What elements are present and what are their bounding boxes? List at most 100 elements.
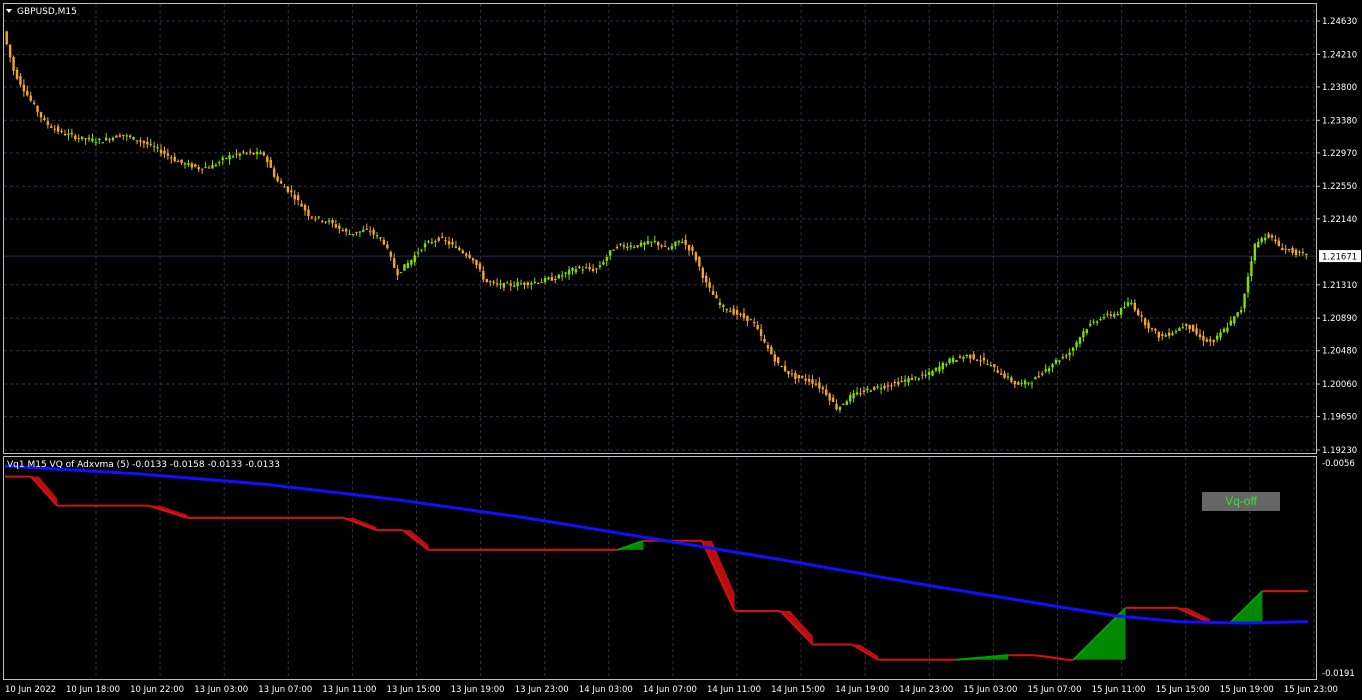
candle-body xyxy=(941,362,945,370)
candle-body xyxy=(1147,322,1150,329)
candle-body xyxy=(1185,323,1188,326)
candle-body xyxy=(698,256,701,267)
candle-body xyxy=(146,142,149,145)
candle-body xyxy=(15,69,19,79)
candle-body xyxy=(938,366,941,372)
candle-body xyxy=(729,311,732,313)
current-price-label: 1.21671 xyxy=(1322,253,1357,263)
candle-body xyxy=(355,231,358,234)
candle-body xyxy=(622,245,626,247)
candle-body xyxy=(180,159,183,164)
candle-body xyxy=(1126,302,1130,306)
candle-body xyxy=(1263,237,1267,241)
candle-body xyxy=(152,146,156,148)
candle-body xyxy=(811,379,814,384)
candle-body xyxy=(828,393,831,401)
candle-body xyxy=(464,253,468,256)
candle-body xyxy=(221,157,224,160)
price-axis-label: 1.23800 xyxy=(1322,83,1357,93)
candle-body xyxy=(602,262,605,265)
candle-body xyxy=(993,364,996,368)
indicator-title: Vq1 M15 VQ of Adxvma (5) -0.0133 -0.0158… xyxy=(7,460,280,470)
candle-body xyxy=(1037,376,1041,378)
candle-body xyxy=(1140,315,1143,317)
candle-body xyxy=(1085,329,1089,334)
candle-body xyxy=(77,138,80,140)
candle-body xyxy=(1188,324,1191,330)
time-axis-label: 10 Jun 2022 xyxy=(5,685,56,695)
candle-body xyxy=(8,44,12,58)
candle-body xyxy=(873,386,876,390)
candle-body xyxy=(434,241,437,243)
candle-body xyxy=(859,393,862,395)
candle-body xyxy=(1174,331,1178,333)
candle-body xyxy=(1017,382,1020,385)
candle-body xyxy=(684,239,687,245)
vq-line-segment xyxy=(148,504,188,519)
candle-body xyxy=(1041,373,1044,375)
candle-body xyxy=(492,281,495,283)
candle-body xyxy=(279,180,283,184)
candle-body xyxy=(948,358,951,364)
time-axis-label: 13 Jun 23:00 xyxy=(515,685,569,695)
candle-body xyxy=(166,153,170,156)
candle-body xyxy=(958,356,962,358)
candle-body xyxy=(413,255,416,263)
candle-body xyxy=(739,313,742,315)
candle-body xyxy=(667,248,670,250)
candle-body xyxy=(1137,309,1140,316)
candle-body xyxy=(1099,319,1102,321)
candle-body xyxy=(334,224,338,228)
candle-body xyxy=(392,258,396,268)
candle-body xyxy=(214,164,218,166)
candle-body xyxy=(893,382,897,384)
candle-body xyxy=(128,135,132,138)
candle-body xyxy=(862,390,866,393)
candle-body xyxy=(598,265,602,268)
candle-body xyxy=(578,266,581,268)
candle-body xyxy=(1154,328,1157,331)
candle-body xyxy=(327,220,331,222)
price-axis-label: 1.22140 xyxy=(1322,215,1357,225)
candle-body xyxy=(1150,328,1154,330)
candle-body xyxy=(1181,327,1185,329)
candle-body xyxy=(1198,334,1202,338)
candle-body xyxy=(235,153,238,155)
candle-body xyxy=(842,403,845,405)
candle-body xyxy=(735,310,739,315)
candle-body xyxy=(36,105,39,113)
candle-body xyxy=(1082,331,1085,338)
candle-body xyxy=(742,313,746,318)
candle-body xyxy=(176,161,180,163)
candle-body xyxy=(194,164,197,167)
candle-body xyxy=(170,157,173,159)
candle-body xyxy=(657,241,660,246)
candle-body xyxy=(139,140,142,142)
candle-body xyxy=(1243,293,1246,309)
candle-body xyxy=(218,161,221,163)
candle-body xyxy=(365,228,368,230)
vq-toggle-button[interactable]: Vq-off xyxy=(1202,492,1280,511)
candle-body xyxy=(32,102,36,104)
candle-body xyxy=(777,357,780,364)
candle-body xyxy=(94,141,98,143)
candle-body xyxy=(1250,261,1253,277)
candle-body xyxy=(183,163,187,165)
candle-body xyxy=(687,245,691,251)
candle-body xyxy=(63,133,67,136)
candle-body xyxy=(900,380,903,382)
candle-body xyxy=(660,245,663,247)
candle-body xyxy=(615,246,619,249)
candle-body xyxy=(989,365,993,367)
candle-body xyxy=(1291,248,1294,253)
candle-body xyxy=(975,359,979,361)
candle-body xyxy=(797,374,801,379)
candle-body xyxy=(519,283,523,285)
candle-body xyxy=(317,216,320,218)
candle-body xyxy=(838,406,842,411)
candle-body xyxy=(142,140,146,144)
candle-body xyxy=(122,134,125,136)
candle-body xyxy=(886,385,890,387)
candle-body xyxy=(516,282,519,287)
candle-body xyxy=(636,245,639,248)
